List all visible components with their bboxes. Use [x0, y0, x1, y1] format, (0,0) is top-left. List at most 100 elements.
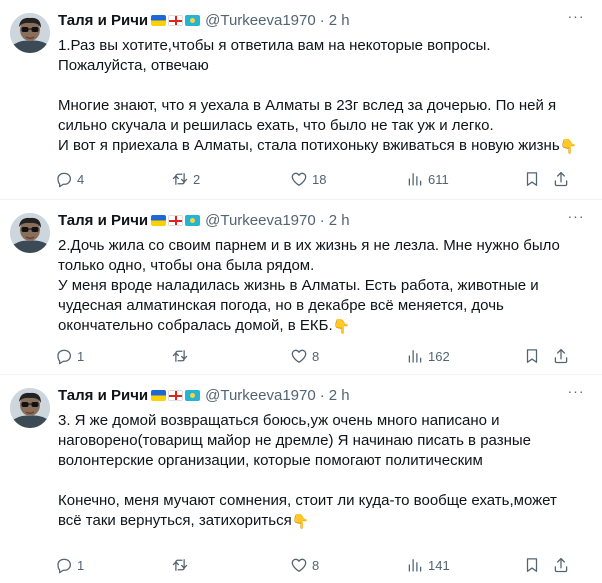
tweet-text-line: всё таки вернуться, затихориться👇: [58, 511, 588, 531]
ukraine-flag-icon: [151, 389, 167, 401]
author-handle[interactable]: @Turkeeva1970: [205, 12, 316, 29]
retweet-button[interactable]: [171, 347, 193, 365]
share-button[interactable]: [552, 170, 570, 188]
like-button[interactable]: 8: [290, 556, 319, 574]
author-handle[interactable]: @Turkeeva1970: [205, 387, 316, 404]
more-options-icon[interactable]: ···: [566, 384, 586, 402]
author-handle[interactable]: @Turkeeva1970: [205, 212, 316, 229]
bookmark-button[interactable]: [523, 347, 541, 365]
share-icon: [552, 170, 570, 188]
reply-button[interactable]: 1: [55, 556, 84, 574]
separator-dot: ·: [319, 11, 325, 29]
tweet-text: 3. Я же домой возвращаться боюсь,уж очен…: [58, 411, 588, 531]
bookmark-button[interactable]: [523, 556, 541, 574]
tweet-text-line: Конечно, меня мучают сомнения, стоит ли …: [58, 492, 557, 509]
reply-count: 4: [77, 171, 85, 187]
kazakhstan-flag-icon: [185, 389, 201, 401]
tweet-header: Таля и Ричи @Turkeeva1970 · 2 h: [58, 9, 588, 31]
tweet-content: Таля и Ричи @Turkeeva1970 · 2 h ··· 1.Ра…: [58, 9, 588, 156]
author-name[interactable]: Таля и Ричи: [58, 12, 148, 29]
ukraine-flag-icon: [151, 214, 167, 226]
views-button[interactable]: 162: [406, 347, 450, 365]
name-flags: [151, 389, 201, 401]
tweet-actions: 1 8 162: [55, 346, 594, 366]
tweet-header: Таля и Ричи @Turkeeva1970 · 2 h: [58, 209, 588, 231]
retweet-icon: [171, 170, 189, 188]
separator-dot: ·: [319, 211, 325, 229]
like-count: 18: [312, 171, 327, 187]
reply-icon: [55, 170, 73, 188]
heart-icon: [290, 347, 308, 365]
views-button[interactable]: 141: [406, 556, 450, 574]
tweet[interactable]: Таля и Ричи @Turkeeva1970 · 2 h ··· 2.До…: [0, 199, 602, 374]
tweet[interactable]: Таля и Ричи @Turkeeva1970 · 2 h ··· 1.Ра…: [0, 0, 602, 199]
author-name[interactable]: Таля и Ричи: [58, 212, 148, 229]
reply-count: 1: [77, 557, 85, 573]
like-button[interactable]: 8: [290, 347, 319, 365]
tweet-text-line: окончательно собралась домой, в ЕКБ.👇: [58, 316, 588, 336]
like-button[interactable]: 18: [290, 170, 326, 188]
tweet-content: Таля и Ричи @Turkeeva1970 · 2 h ··· 2.До…: [58, 209, 588, 336]
pointing-down-emoji: 👇: [332, 318, 351, 334]
bookmark-icon: [523, 347, 541, 365]
views-button[interactable]: 611: [406, 170, 449, 188]
reply-icon: [55, 556, 73, 574]
tweet-text-line: волонтерские организации, которые помога…: [58, 452, 483, 469]
tweet-text-line: наговорено(товарищ майор не дремле) Я на…: [58, 432, 531, 449]
avatar[interactable]: [10, 388, 50, 428]
timestamp[interactable]: 2 h: [329, 212, 350, 229]
timestamp[interactable]: 2 h: [329, 12, 350, 29]
bookmark-icon: [523, 556, 541, 574]
avatar[interactable]: [10, 213, 50, 253]
like-count: 8: [312, 348, 320, 364]
views-count: 162: [428, 348, 450, 364]
share-button[interactable]: [552, 556, 570, 574]
reply-button[interactable]: 1: [55, 347, 84, 365]
tweet-text-fragment: И вот я приехала в Алматы, стала потихон…: [58, 137, 560, 154]
share-button[interactable]: [552, 347, 570, 365]
share-icon: [552, 556, 570, 574]
separator-dot: ·: [319, 386, 325, 404]
retweet-button[interactable]: [171, 556, 193, 574]
tweet-text-line: 3. Я же домой возвращаться боюсь,уж очен…: [58, 412, 500, 429]
tweet-text-line: 1.Раз вы хотите,чтобы я ответила вам на …: [58, 37, 491, 54]
retweet-count: 2: [193, 171, 201, 187]
views-count: 141: [428, 557, 450, 573]
heart-icon: [290, 556, 308, 574]
views-icon: [406, 556, 424, 574]
timestamp[interactable]: 2 h: [329, 387, 350, 404]
pointing-down-emoji: 👇: [559, 138, 578, 154]
reply-button[interactable]: 4: [55, 170, 84, 188]
bookmark-icon: [523, 170, 541, 188]
avatar[interactable]: [10, 13, 50, 53]
tweet-text-line: только одно, чтобы она была рядом.: [58, 257, 315, 274]
bookmark-button[interactable]: [523, 170, 541, 188]
tweet-text-line: Многие знают, что я уехала в Алматы в 23…: [58, 97, 557, 114]
tweet-text-line: Пожалуйста, отвечаю: [58, 57, 209, 74]
author-name[interactable]: Таля и Ричи: [58, 387, 148, 404]
tweet-actions: 1 8 141: [55, 555, 594, 575]
kazakhstan-flag-icon: [185, 214, 201, 226]
tweet-text-line: 2.Дочь жила со своим парнем и в их жизнь…: [58, 237, 560, 254]
tweet-actions: 4 2 18 611: [55, 169, 594, 189]
kazakhstan-flag-icon: [185, 14, 201, 26]
tweet-text-fragment: всё таки вернуться, затихориться: [58, 512, 292, 529]
georgia-flag-icon: [168, 214, 184, 226]
retweet-button[interactable]: 2: [171, 170, 200, 188]
name-flags: [151, 214, 201, 226]
more-options-icon[interactable]: ···: [566, 209, 586, 227]
tweet-content: Таля и Ричи @Turkeeva1970 · 2 h ··· 3. Я…: [58, 384, 588, 531]
share-icon: [552, 347, 570, 365]
tweet[interactable]: Таля и Ричи @Turkeeva1970 · 2 h ··· 3. Я…: [0, 374, 602, 583]
more-options-icon[interactable]: ···: [566, 9, 586, 27]
views-icon: [406, 347, 424, 365]
reply-count: 1: [77, 348, 85, 364]
georgia-flag-icon: [168, 389, 184, 401]
retweet-icon: [171, 347, 189, 365]
retweet-icon: [171, 556, 189, 574]
like-count: 8: [312, 557, 320, 573]
views-icon: [406, 170, 424, 188]
name-flags: [151, 14, 201, 26]
